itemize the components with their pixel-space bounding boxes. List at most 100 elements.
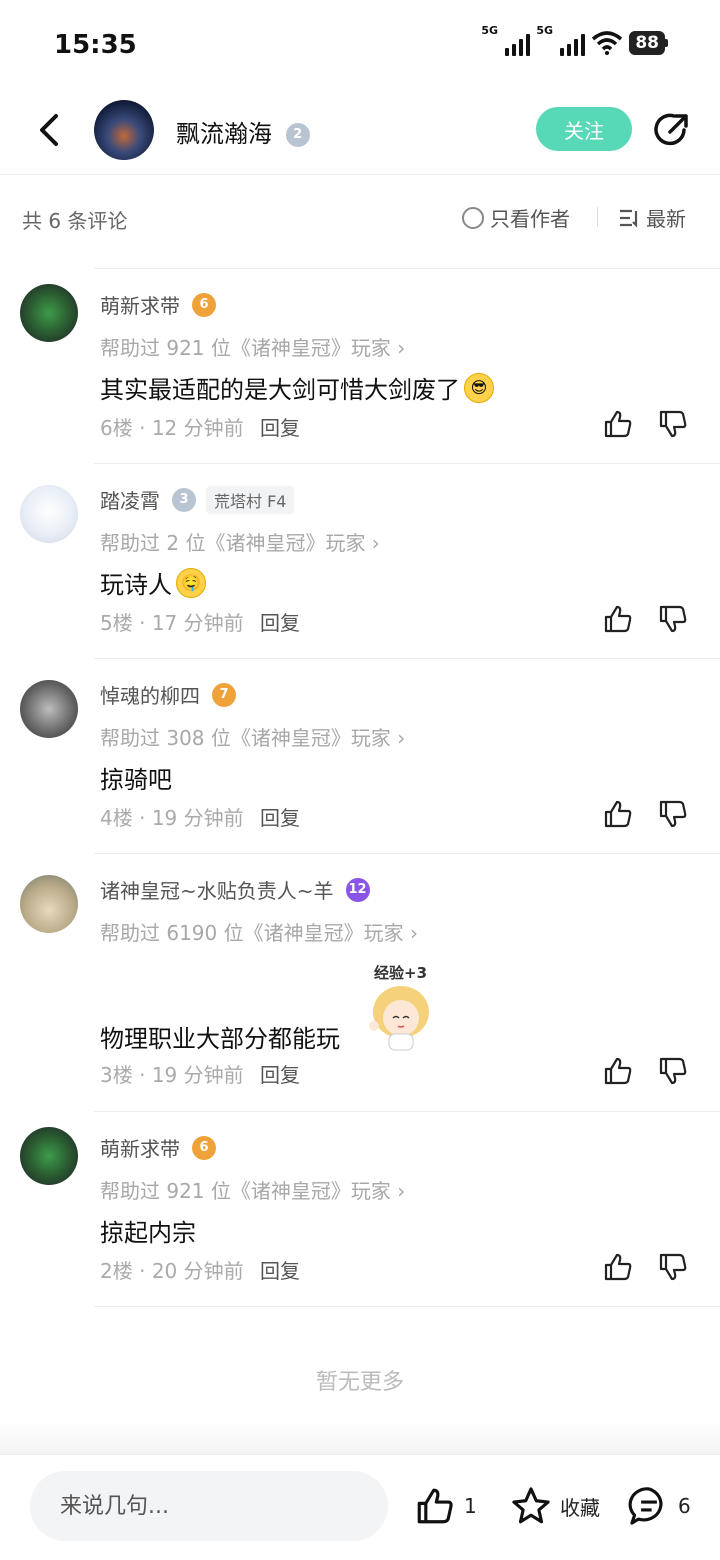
signal-icon-2: 5G	[536, 24, 586, 56]
comment-meta: 3楼 · 19 分钟前 回复	[100, 1063, 300, 1087]
divider	[94, 658, 720, 659]
thumbs-up-icon[interactable]	[602, 603, 634, 635]
battery-icon: 88	[629, 31, 668, 55]
thumbs-up-icon[interactable]	[602, 798, 634, 830]
comment-time: 12 分钟前	[151, 416, 244, 440]
comments-button[interactable]: 6	[628, 1485, 691, 1527]
helped-count[interactable]: 帮助过 921 位《诸神皇冠》玩家 ›	[100, 332, 405, 361]
reply-button[interactable]: 回复	[260, 1259, 300, 1283]
comment-time: 20 分钟前	[151, 1259, 244, 1283]
author-avatar[interactable]	[94, 100, 154, 160]
thumbs-up-icon[interactable]	[602, 1251, 634, 1283]
thumbs-down-icon[interactable]	[657, 1055, 689, 1087]
helped-count[interactable]: 帮助过 2 位《诸神皇冠》玩家 ›	[100, 527, 380, 556]
reply-button[interactable]: 回复	[260, 416, 300, 440]
avatar[interactable]	[20, 284, 78, 342]
avatar[interactable]	[20, 680, 78, 738]
comment-bubble-icon	[628, 1487, 663, 1525]
thumbs-up-icon	[417, 1488, 453, 1524]
comment-author[interactable]: 悼魂的柳四 7	[100, 680, 236, 709]
comment-text-row: 物理职业大部分都能玩	[100, 1019, 340, 1054]
thumbs-down-icon[interactable]	[657, 603, 689, 635]
emoji-icon: 🤤	[176, 567, 206, 598]
thumbs-down-icon[interactable]	[657, 798, 689, 830]
comment-text-row: 其实最适配的是大剑可惜大剑废了 😎	[100, 370, 494, 405]
sticker-text: 经验+3	[374, 964, 428, 982]
helped-count[interactable]: 帮助过 6190 位《诸神皇冠》玩家 ›	[100, 917, 418, 946]
comment-author-name: 萌新求带	[100, 294, 180, 318]
status-icons: 5G 5G 88	[481, 24, 668, 56]
back-arrow-icon[interactable]	[32, 110, 66, 150]
radio-circle-icon	[462, 206, 484, 229]
only-author-label: 只看作者	[490, 207, 570, 231]
floor-number: 6楼	[100, 416, 133, 440]
comment-time: 19 分钟前	[151, 806, 244, 830]
comment-text: 玩诗人	[100, 571, 172, 599]
floor-number: 2楼	[100, 1259, 133, 1283]
signal-icon: 5G	[481, 24, 531, 56]
bottom-action-bar: 1 收藏 6	[0, 1454, 720, 1560]
avatar[interactable]	[20, 485, 78, 543]
thumbs-down-icon[interactable]	[657, 1251, 689, 1283]
reply-button[interactable]: 回复	[260, 611, 300, 635]
favorite-button[interactable]: 收藏	[510, 1485, 600, 1527]
level-badge: 3	[172, 487, 196, 512]
sort-label: 最新	[646, 207, 686, 231]
like-count: 1	[464, 1494, 477, 1518]
sort-icon	[620, 209, 638, 228]
comment-text: 其实最适配的是大剑可惜大剑废了	[100, 376, 460, 404]
comment-item: 萌新求带 6 帮助过 921 位《诸神皇冠》玩家 › 掠起内宗 2楼 · 20 …	[0, 1111, 720, 1307]
thumbs-up-icon[interactable]	[602, 408, 634, 440]
divider	[94, 463, 720, 464]
comment-text-row: 掠骑吧	[100, 760, 172, 795]
avatar[interactable]	[20, 1127, 78, 1185]
thumbs-down-icon[interactable]	[657, 408, 689, 440]
floor-number: 3楼	[100, 1063, 133, 1087]
comment-text: 物理职业大部分都能玩	[100, 1025, 340, 1053]
battery-level: 88	[629, 31, 665, 55]
reply-button[interactable]: 回复	[260, 1063, 300, 1087]
comment-text-row: 掠起内宗	[100, 1213, 196, 1248]
follow-button[interactable]: 关注	[536, 107, 632, 151]
divider	[94, 1111, 720, 1112]
sort-button[interactable]: 最新	[618, 203, 686, 232]
helped-count[interactable]: 帮助过 308 位《诸神皇冠》玩家 ›	[100, 722, 405, 751]
level-badge: 6	[192, 1135, 216, 1160]
comment-text: 掠骑吧	[100, 766, 172, 794]
comment-author-name: 悼魂的柳四	[100, 684, 200, 708]
reply-button[interactable]: 回复	[260, 806, 300, 830]
comment-item: 踏凌霄 3 荒塔村 F4 帮助过 2 位《诸神皇冠》玩家 › 玩诗人 🤤 5楼 …	[0, 463, 720, 659]
no-more-label: 暂无更多	[315, 1370, 404, 1395]
floor-number: 4楼	[100, 806, 133, 830]
comment-author[interactable]: 萌新求带 6	[100, 1133, 216, 1162]
comment-text: 掠起内宗	[100, 1219, 196, 1247]
comment-text-row: 玩诗人 🤤	[100, 565, 206, 600]
like-post-button[interactable]: 1	[414, 1485, 477, 1527]
comment-time: 19 分钟前	[151, 1063, 244, 1087]
level-badge: 12	[345, 877, 370, 902]
thumbs-up-icon[interactable]	[602, 1055, 634, 1087]
level-badge: 6	[192, 292, 216, 317]
post-header: 飘流瀚海 2 关注	[0, 90, 720, 175]
status-time: 15:35	[54, 30, 137, 60]
bottom-shade	[0, 1420, 720, 1454]
avatar[interactable]	[20, 875, 78, 933]
author-name-row[interactable]: 飘流瀚海 2	[176, 114, 310, 149]
experience-sticker: 经验+3	[360, 962, 442, 1052]
share-icon[interactable]	[652, 110, 692, 150]
comment-meta: 6楼 · 12 分钟前 回复	[100, 416, 300, 440]
comment-input[interactable]	[30, 1471, 388, 1541]
only-author-toggle[interactable]: 只看作者	[462, 203, 570, 232]
comment-item: 悼魂的柳四 7 帮助过 308 位《诸神皇冠》玩家 › 掠骑吧 4楼 · 19 …	[0, 658, 720, 854]
comment-meta: 4楼 · 19 分钟前 回复	[100, 806, 300, 830]
comment-author[interactable]: 踏凌霄 3 荒塔村 F4	[100, 485, 295, 514]
anime-girl-sticker-icon	[369, 986, 429, 1051]
author-name: 飘流瀚海	[176, 120, 272, 148]
comment-time: 17 分钟前	[151, 611, 244, 635]
level-badge: 7	[212, 682, 236, 707]
divider	[94, 268, 720, 269]
comment-author[interactable]: 萌新求带 6	[100, 290, 216, 319]
comment-item: 萌新求带 6 帮助过 921 位《诸神皇冠》玩家 › 其实最适配的是大剑可惜大剑…	[0, 268, 720, 464]
comment-author[interactable]: 诸神皇冠~水贴负责人~羊 12	[100, 875, 370, 904]
helped-count[interactable]: 帮助过 921 位《诸神皇冠》玩家 ›	[100, 1175, 405, 1204]
